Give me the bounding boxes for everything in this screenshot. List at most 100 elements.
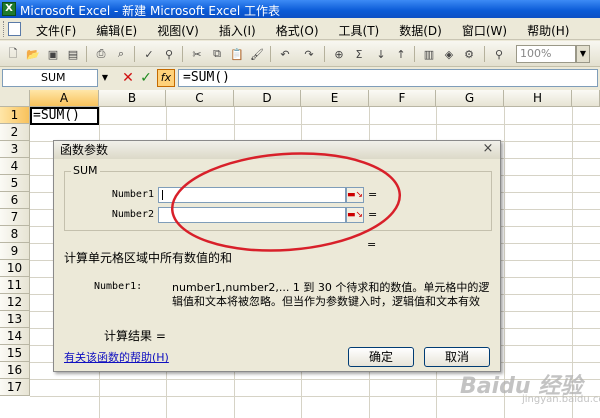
row-header[interactable]: 9 <box>0 243 30 260</box>
column-header[interactable] <box>572 90 600 107</box>
menu-help[interactable]: 帮助(H) <box>519 21 577 40</box>
row-header[interactable]: 4 <box>0 158 30 175</box>
toolbar-separator <box>134 46 135 62</box>
row-header[interactable]: 8 <box>0 226 30 243</box>
baidu-watermark: Baidu 经验 jingyan.baidu.com <box>456 362 600 416</box>
grid-line <box>30 124 600 125</box>
enter-icon[interactable]: ✓ <box>138 69 154 87</box>
row-header[interactable]: 5 <box>0 175 30 192</box>
window-title: Microsoft Excel - 新建 Microsoft Excel 工作表 <box>20 4 281 18</box>
toolbar-separator <box>324 46 325 62</box>
column-header[interactable]: F <box>369 90 436 107</box>
zoom-select[interactable]: 100% <box>516 45 576 63</box>
number1-input[interactable] <box>158 187 346 203</box>
menu-file[interactable]: 文件(F) <box>28 21 84 40</box>
autosum-icon[interactable]: Σ <box>350 45 368 63</box>
new-icon[interactable]: 🗋 <box>4 45 22 63</box>
row-header[interactable]: 12 <box>0 294 30 311</box>
argument-description: number1,number2,... 1 到 30 个待求和的数值。单元格中的… <box>172 281 490 308</box>
format-painter-icon[interactable]: 🖌 <box>248 45 266 63</box>
zoom-icon[interactable]: ⚲ <box>490 45 508 63</box>
argument-name: Number1: <box>94 281 143 292</box>
row-header[interactable]: 16 <box>0 362 30 379</box>
row-header[interactable]: 17 <box>0 379 30 396</box>
menu-tools[interactable]: 工具(T) <box>331 21 388 40</box>
menu-bar: 文件(F) 编辑(E) 视图(V) 插入(I) 格式(O) 工具(T) 数据(D… <box>0 18 600 40</box>
drawing-icon[interactable]: ◈ <box>440 45 458 63</box>
column-header[interactable]: A <box>30 90 99 107</box>
sort-descending-icon[interactable]: ↑ <box>392 45 410 63</box>
row-header[interactable]: 2 <box>0 124 30 141</box>
excel-icon[interactable]: X <box>2 2 16 16</box>
menu-data[interactable]: 数据(D) <box>391 21 450 40</box>
number1-label: Number1 <box>111 189 154 200</box>
column-header[interactable]: D <box>234 90 301 107</box>
number1-equals: = <box>368 188 378 201</box>
redo-icon[interactable]: ↷ <box>300 45 318 63</box>
insert-function-button[interactable]: fx <box>157 69 175 87</box>
chevron-down-icon[interactable]: ▼ <box>98 69 112 87</box>
copy-icon[interactable]: ⧉ <box>208 45 226 63</box>
help-link[interactable]: 有关该函数的帮助(H) <box>64 349 169 365</box>
function-description: 计算单元格区域中所有数值的和 <box>64 251 233 265</box>
formula-input[interactable]: =SUM() <box>178 69 598 87</box>
menu-view[interactable]: 视图(V) <box>149 21 207 40</box>
number2-equals: = <box>368 208 378 221</box>
collapse-dialog-icon[interactable]: ▬↘ <box>346 207 364 223</box>
row-header[interactable]: 13 <box>0 311 30 328</box>
column-header[interactable]: C <box>166 90 234 107</box>
column-header[interactable]: G <box>436 90 504 107</box>
active-cell[interactable]: =SUM() <box>30 107 99 125</box>
column-header[interactable]: E <box>301 90 369 107</box>
print-preview-icon[interactable]: ⌕ <box>112 45 130 63</box>
number2-input[interactable] <box>158 207 346 223</box>
row-header[interactable]: 7 <box>0 209 30 226</box>
menu-edit[interactable]: 编辑(E) <box>88 21 145 40</box>
menu-window[interactable]: 窗口(W) <box>454 21 515 40</box>
close-icon[interactable]: × <box>480 142 496 157</box>
chart-wizard-icon[interactable]: ▥ <box>420 45 438 63</box>
cut-icon[interactable]: ✂ <box>188 45 206 63</box>
collapse-dialog-icon[interactable]: ▬↘ <box>346 187 364 203</box>
number2-label: Number2 <box>111 209 154 220</box>
function-name: SUM <box>71 164 100 177</box>
toolbar-separator <box>414 46 415 62</box>
sort-ascending-icon[interactable]: ↓ <box>372 45 390 63</box>
menu-insert[interactable]: 插入(I) <box>211 21 264 40</box>
text-caret <box>162 190 163 200</box>
undo-icon[interactable]: ↶ <box>276 45 294 63</box>
row-header[interactable]: 6 <box>0 192 30 209</box>
row-header[interactable]: 3 <box>0 141 30 158</box>
permission-icon[interactable]: ▤ <box>64 45 82 63</box>
spelling-icon[interactable]: ✓ <box>140 45 158 63</box>
row-header[interactable]: 1 <box>0 107 30 124</box>
column-header[interactable]: B <box>99 90 166 107</box>
function-wizard-icon[interactable]: ⚙ <box>460 45 478 63</box>
row-header[interactable]: 10 <box>0 260 30 277</box>
research-icon[interactable]: ⚲ <box>160 45 178 63</box>
menu-grip[interactable] <box>3 21 6 37</box>
toolbar-separator <box>270 46 271 62</box>
row-header[interactable]: 11 <box>0 277 30 294</box>
dialog-title[interactable]: 函数参数 <box>54 141 500 159</box>
menu-format[interactable]: 格式(O) <box>268 21 327 40</box>
column-header[interactable]: H <box>504 90 572 107</box>
open-icon[interactable]: 📂 <box>24 45 42 63</box>
cancel-icon[interactable]: ✕ <box>120 69 136 87</box>
row-header[interactable]: 14 <box>0 328 30 345</box>
result-equals: = <box>367 238 377 251</box>
ok-button[interactable]: 确定 <box>348 347 414 367</box>
hyperlink-icon[interactable]: ⊕ <box>330 45 348 63</box>
print-icon[interactable]: ⎙ <box>92 45 110 63</box>
document-icon[interactable] <box>8 22 21 36</box>
formula-result: 计算结果 = <box>104 329 166 343</box>
title-bar: X Microsoft Excel - 新建 Microsoft Excel 工… <box>0 0 600 18</box>
toolbar-separator <box>182 46 183 62</box>
watermark-url: jingyan.baidu.com <box>522 394 600 405</box>
chevron-down-icon[interactable]: ▼ <box>576 45 590 63</box>
save-icon[interactable]: ▣ <box>44 45 62 63</box>
row-header[interactable]: 15 <box>0 345 30 362</box>
name-box[interactable]: SUM <box>2 69 98 87</box>
paste-icon[interactable]: 📋 <box>228 45 246 63</box>
select-all-corner[interactable] <box>0 90 30 107</box>
